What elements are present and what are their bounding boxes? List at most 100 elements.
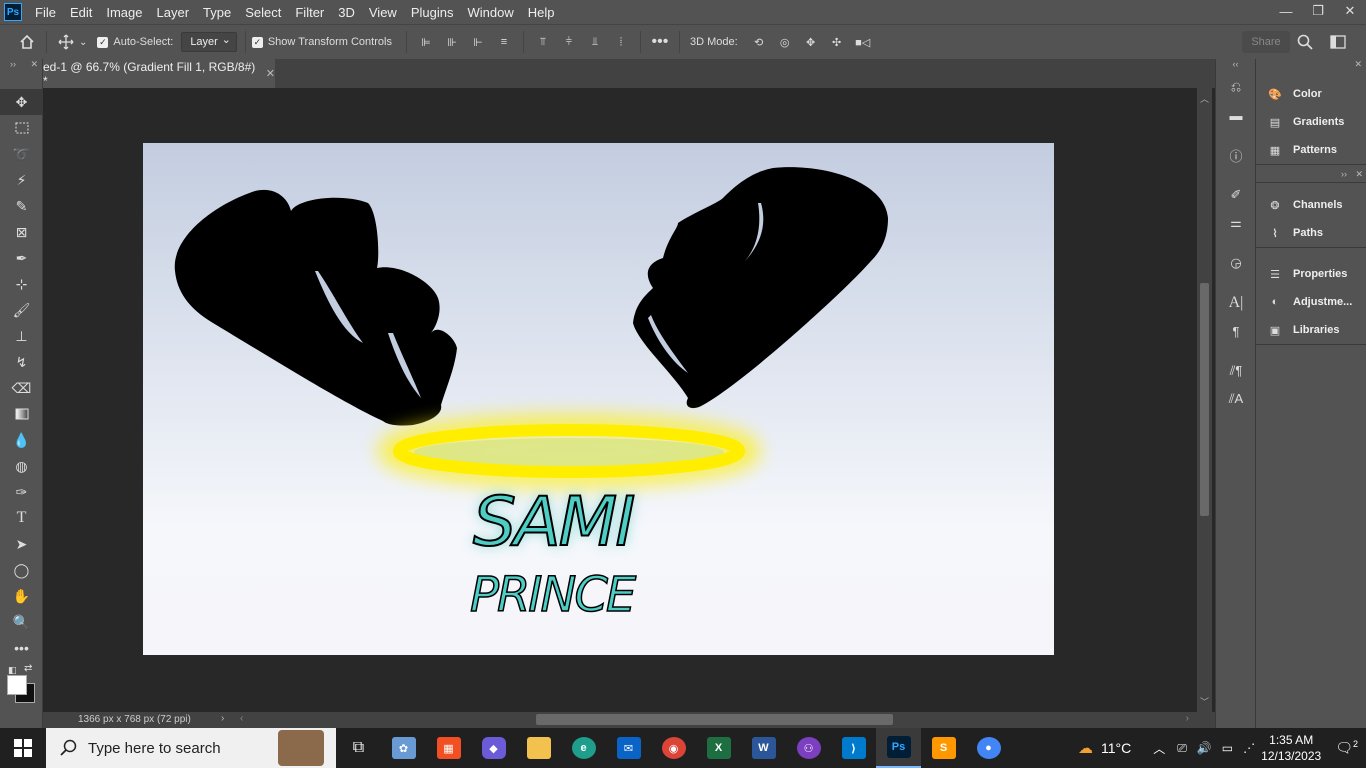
collapse-tools-icon[interactable]: ›› ✕ <box>0 59 42 73</box>
path-selection-tool[interactable]: ➤ <box>0 531 43 557</box>
photoshop-taskbar-icon[interactable]: Ps <box>876 728 921 768</box>
menu-select[interactable]: Select <box>238 5 288 20</box>
expand-panel-icon[interactable]: ›› <box>1341 169 1347 179</box>
brush-settings-icon[interactable]: ⚌ <box>1216 209 1256 237</box>
excel-icon[interactable]: X <box>696 728 741 768</box>
move-tool-icon[interactable] <box>53 29 79 55</box>
distribute-vertical-icon[interactable]: ⦙ <box>608 29 634 55</box>
widgets-icon[interactable]: ✿ <box>381 728 426 768</box>
workspace-switcher-icon[interactable] <box>1326 29 1352 55</box>
mail-icon[interactable]: ✉ <box>606 728 651 768</box>
info-icon[interactable]: ⓘ <box>1216 141 1256 169</box>
chrome-profile-icon[interactable]: ◉ <box>651 728 696 768</box>
lasso-tool[interactable]: ➰ <box>0 141 43 167</box>
align-center-icon[interactable]: ⊪ <box>439 29 465 55</box>
document-tab[interactable]: ed-1 @ 66.7% (Gradient Fill 1, RGB/8#) *… <box>43 59 275 88</box>
more-options-icon[interactable]: ••• <box>647 29 673 55</box>
roll-3d-icon[interactable]: ◎ <box>772 29 798 55</box>
menu-file[interactable]: File <box>28 5 63 20</box>
history-icon[interactable]: ⎌ <box>1216 73 1256 101</box>
document-canvas[interactable]: SAMI PRINCE <box>143 143 1054 655</box>
vertical-scroll-thumb[interactable] <box>1200 283 1209 516</box>
eraser-tool[interactable]: ⌫ <box>0 375 43 401</box>
crop-tool[interactable]: ✎ <box>0 193 43 219</box>
brushes-icon[interactable]: ✐ <box>1216 181 1256 209</box>
panel-gradients[interactable]: ▤ Gradients <box>1256 108 1366 136</box>
menu-filter[interactable]: Filter <box>288 5 331 20</box>
magic-wand-tool[interactable]: ⚡ <box>0 167 43 193</box>
copilot-icon[interactable]: ◆ <box>471 728 516 768</box>
align-left-icon[interactable]: ⊫ <box>413 29 439 55</box>
show-hidden-icons-icon[interactable]: ︿ <box>1153 740 1165 757</box>
scroll-up-icon[interactable]: ︿ <box>1197 92 1212 105</box>
file-explorer-icon[interactable] <box>516 728 561 768</box>
panel-color[interactable]: 🎨 Color <box>1256 80 1366 108</box>
type-tool[interactable]: T <box>0 505 43 531</box>
pen-tool[interactable]: ✑ <box>0 479 43 505</box>
align-right-icon[interactable]: ⊩ <box>465 29 491 55</box>
weather-icon[interactable]: ☁ <box>1078 739 1093 757</box>
character-styles-icon[interactable]: ⫽A <box>1216 385 1256 413</box>
minimize-icon[interactable]: — <box>1270 0 1302 22</box>
distribute-icon[interactable]: ≡ <box>491 29 517 55</box>
chevron-down-icon[interactable]: ⌄ <box>79 37 87 48</box>
search-icon[interactable] <box>1292 29 1318 55</box>
color-swatches[interactable]: ◧ ⇄ <box>0 661 42 711</box>
history-brush-tool[interactable]: ↯ <box>0 349 43 375</box>
menu-plugins[interactable]: Plugins <box>404 5 461 20</box>
clone-source-icon[interactable]: ◶ <box>1216 249 1256 277</box>
menu-view[interactable]: View <box>362 5 404 20</box>
task-view-icon[interactable]: ⧉ <box>336 728 381 768</box>
chrome-icon[interactable]: ● <box>966 728 1011 768</box>
menu-layer[interactable]: Layer <box>150 5 197 20</box>
edge-icon[interactable]: e <box>561 728 606 768</box>
swap-colors-icon[interactable]: ⇄ <box>24 663 32 674</box>
wifi-icon[interactable]: ⋰ <box>1243 741 1255 755</box>
ellipse-tool[interactable]: ◯ <box>0 557 43 583</box>
weather-temp[interactable]: 11°C <box>1101 740 1131 756</box>
canvas-workspace[interactable]: SAMI PRINCE <box>43 88 1197 712</box>
hand-tool[interactable]: ✋ <box>0 583 43 609</box>
align-middle-icon[interactable]: ⫩ <box>556 29 582 55</box>
windows-start-icon[interactable] <box>0 728 46 768</box>
auto-select-dropdown[interactable]: Layer <box>181 32 237 52</box>
menu-window[interactable]: Window <box>460 5 520 20</box>
menu-help[interactable]: Help <box>521 5 562 20</box>
share-button[interactable]: Share <box>1242 31 1290 53</box>
collapse-panels-icon[interactable]: ‹‹ <box>1216 59 1255 73</box>
vscode-icon[interactable]: ⟩ <box>831 728 876 768</box>
taskbar-search-box[interactable]: Type here to search <box>46 728 336 768</box>
paragraph-icon[interactable]: ¶ <box>1216 317 1256 345</box>
auto-select-checkbox[interactable]: ✓ <box>97 36 109 48</box>
microsoft-store-icon[interactable]: ▦ <box>426 728 471 768</box>
scroll-down-icon[interactable]: ﹀ <box>1197 695 1212 708</box>
panel-channels[interactable]: ❂ Channels <box>1256 191 1366 219</box>
vertical-scrollbar[interactable]: ︿ ﹀ <box>1197 88 1212 712</box>
align-bottom-icon[interactable]: ⫫ <box>582 29 608 55</box>
comments-icon[interactable]: ▬ <box>1216 101 1256 129</box>
close-panel-icon[interactable]: ✕ <box>1355 169 1363 180</box>
sponge-tool[interactable]: ◍ <box>0 453 43 479</box>
paragraph-styles-icon[interactable]: ⫽¶ <box>1216 357 1256 385</box>
github-icon[interactable]: ⚇ <box>786 728 831 768</box>
document-size-status[interactable]: 1366 px x 768 px (72 ppi) <box>78 714 191 725</box>
stamp-tool[interactable]: ⊥ <box>0 323 43 349</box>
frame-tool[interactable]: ⊠ <box>0 219 43 245</box>
sublime-icon[interactable]: S <box>921 728 966 768</box>
blur-tool[interactable]: 💧 <box>0 427 43 453</box>
camera-3d-icon[interactable]: ■◁ <box>850 29 876 55</box>
panel-paths[interactable]: ⌇ Paths <box>1256 219 1366 247</box>
move-tool[interactable]: ✥ <box>0 89 43 115</box>
gradient-tool[interactable] <box>0 401 43 427</box>
orbit-3d-icon[interactable]: ⟲ <box>746 29 772 55</box>
character-icon[interactable]: A| <box>1216 289 1256 317</box>
meet-icon[interactable]: ⎚ <box>1177 741 1187 756</box>
pan-3d-icon[interactable]: ✥ <box>798 29 824 55</box>
panel-adjustments[interactable]: ◐ Adjustme... <box>1256 288 1366 316</box>
notifications-icon[interactable]: 🗨2 <box>1335 739 1358 757</box>
panel-libraries[interactable]: ▣ Libraries <box>1256 316 1366 344</box>
status-menu-chevron-icon[interactable]: › <box>221 713 224 724</box>
horizontal-scroll-thumb[interactable] <box>536 714 893 725</box>
panel-patterns[interactable]: ▦ Patterns <box>1256 136 1366 164</box>
align-top-icon[interactable]: ⫪ <box>530 29 556 55</box>
